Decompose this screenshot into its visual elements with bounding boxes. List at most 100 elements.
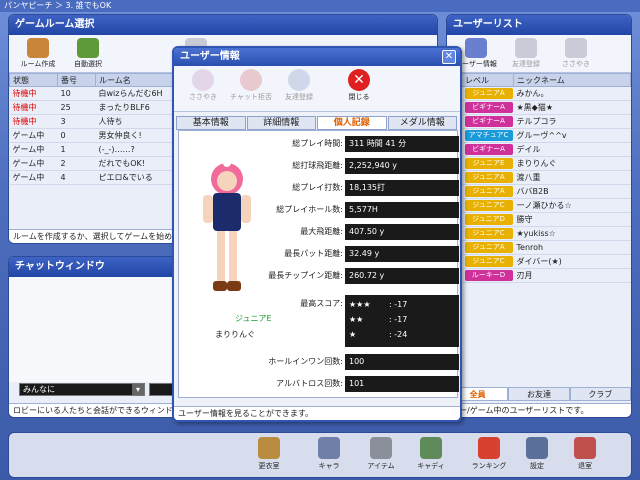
user-row[interactable]: ジュニアE まりりんぐ <box>447 156 631 171</box>
dialog-tabs: 基本情報 詳細情報 個人記録 メダル情報 <box>176 116 458 130</box>
user-nickname: まりりんぐ <box>513 156 631 171</box>
stat-value: 407.50 y <box>345 224 459 240</box>
caddie-button[interactable]: キャディ <box>411 437 451 471</box>
stat-value: 2,252,940 y <box>345 158 459 174</box>
room-number: 1 <box>57 142 96 157</box>
user-nickname: 渡八重 <box>513 170 631 185</box>
stat-value: 260.72 y <box>345 268 459 284</box>
best-score-value: : -24 <box>389 330 408 339</box>
tab-personal-record[interactable]: 個人記録 <box>317 116 387 130</box>
user-panel-title: ユーザーリスト <box>447 15 631 35</box>
add-friend-button[interactable]: 友達登録 <box>503 38 549 69</box>
stat-value: 5,577H <box>345 202 459 218</box>
user-row[interactable]: ビギナーA デイル <box>447 142 631 157</box>
exit-door-icon <box>574 437 596 459</box>
user-level: ルーキーD <box>464 270 513 281</box>
user-level: ジュニアA <box>464 242 513 253</box>
best-score-value: : -17 <box>389 300 408 309</box>
star-rating: ★★★ <box>349 300 371 309</box>
close-circle-icon: ✕ <box>348 69 370 91</box>
holeinone-value: 100 <box>345 354 459 370</box>
settings-button[interactable]: 設定 <box>517 437 557 471</box>
user-nickname: ★黒◆猫★ <box>513 100 631 115</box>
user-row[interactable]: ビギナーA テルプコラ <box>447 114 631 129</box>
stat-label: 最長チップイン距離: <box>268 271 343 280</box>
user-nickname: 一ノ瀬ひかる☆ <box>513 198 631 213</box>
user-row[interactable]: ルーキーD 刃月 <box>447 268 631 283</box>
user-level: アマチュアC <box>464 130 513 141</box>
item-button[interactable]: アイテム <box>361 437 401 471</box>
friend-icon <box>515 38 537 58</box>
user-nickname: ババB2B <box>513 184 631 199</box>
close-icon[interactable]: ✕ <box>442 50 456 64</box>
star-rating: ★ <box>349 330 357 339</box>
room-panel-title: ゲームルーム選択 <box>9 15 437 35</box>
shirt-icon <box>258 437 280 459</box>
albatross-value: 101 <box>345 376 459 392</box>
best-score-value: : -17 <box>389 315 408 324</box>
dialog-add-friend-button[interactable]: 友達登録 <box>276 69 322 108</box>
character-button[interactable]: キャラ <box>309 437 349 471</box>
tab-friends[interactable]: お友達 <box>508 387 570 401</box>
user-level: ジュニアC <box>464 200 513 211</box>
room-status: 待機中 <box>9 100 58 115</box>
stat-value: 311 時間 41 分 <box>345 136 459 152</box>
best-score-label: 最高スコア: <box>300 299 343 308</box>
friend-icon <box>288 69 310 91</box>
exit-button[interactable]: 退室 <box>565 437 605 471</box>
dialog-whisper-button[interactable]: ささやき <box>180 69 226 108</box>
chevron-down-icon: ▾ <box>132 384 144 395</box>
user-level: ジュニアA <box>464 88 513 99</box>
whisper-icon <box>565 38 587 58</box>
user-panel: ユーザーリスト ユーザー情報 友達登録 ささやき レベル ニックネーム ジュニアA… <box>446 14 632 418</box>
dialog-close-button[interactable]: ✕ 閉じる <box>336 69 382 108</box>
user-row[interactable]: ジュニアA みかん。 <box>447 86 631 101</box>
tab-detail-info[interactable]: 詳細情報 <box>246 116 316 130</box>
user-level: ビギナーA <box>464 116 513 127</box>
user-row[interactable]: ジュニアC ダイバー(★) <box>447 254 631 269</box>
user-tabs: 全員 お友達 クラブ <box>447 387 631 401</box>
dressing-room-button[interactable]: 更衣室 <box>249 437 289 471</box>
tab-basic-info[interactable]: 基本情報 <box>176 116 246 130</box>
stat-label: 最大飛距離: <box>300 227 343 236</box>
stat-label: 総プレイ時間: <box>292 139 343 148</box>
house-plus-icon <box>27 38 49 58</box>
user-row[interactable]: ジュニアC 一ノ瀬ひかる☆ <box>447 198 631 213</box>
whisper-button[interactable]: ささやき <box>553 38 599 69</box>
stat-value: 32.49 y <box>345 246 459 262</box>
create-room-button[interactable]: ルーム作成 <box>15 38 61 69</box>
room-number: 25 <box>57 100 96 115</box>
room-status: 待機中 <box>9 114 58 129</box>
user-row[interactable]: ジュニアA 渡八重 <box>447 170 631 185</box>
room-status: ゲーム中 <box>9 142 58 157</box>
user-nickname: みかん。 <box>513 86 631 101</box>
user-row[interactable]: ジュニアD 勝守 <box>447 212 631 227</box>
dialog-status: ユーザー情報を見ることができます。 <box>174 406 460 420</box>
stat-label: 総打球飛距離: <box>292 161 343 170</box>
tab-club[interactable]: クラブ <box>569 387 631 401</box>
whisper-icon <box>192 69 214 91</box>
stat-label: 総プレイ打数: <box>292 183 343 192</box>
user-row[interactable]: アマチュアC グルーヴ^^v <box>447 128 631 143</box>
chat-block-button[interactable]: チャット拒否 <box>228 69 274 108</box>
user-row[interactable]: ビギナーA ★黒◆猫★ <box>447 100 631 115</box>
user-row[interactable]: ジュニアC ★yukiss☆ <box>447 226 631 241</box>
user-nickname: デイル <box>513 142 631 157</box>
character-level: ジュニアE <box>235 314 272 323</box>
user-level: ジュニアE <box>464 158 513 169</box>
user-row[interactable]: ジュニアA Tenroh <box>447 240 631 255</box>
user-level: ジュニアA <box>464 172 513 183</box>
chat-target-select[interactable]: みんなに ▾ <box>19 383 145 396</box>
bottom-menu: 更衣室 キャラ アイテム キャディ ランキング 設定 退室 <box>8 432 632 478</box>
room-number: 2 <box>57 156 96 171</box>
user-row[interactable]: ジュニアA ババB2B <box>447 184 631 199</box>
ranking-button[interactable]: ランキング <box>469 437 509 471</box>
user-toolbar: ユーザー情報 友達登録 ささやき <box>447 35 631 73</box>
tab-medal-info[interactable]: メダル情報 <box>387 116 457 130</box>
character-icon <box>318 437 340 459</box>
auto-select-button[interactable]: 自動選択 <box>65 38 111 69</box>
room-number: 3 <box>57 114 96 129</box>
stat-value: 18,135打 <box>345 180 459 196</box>
best-score-row: ★ : -24 <box>349 327 455 342</box>
house-arrow-icon <box>77 38 99 58</box>
